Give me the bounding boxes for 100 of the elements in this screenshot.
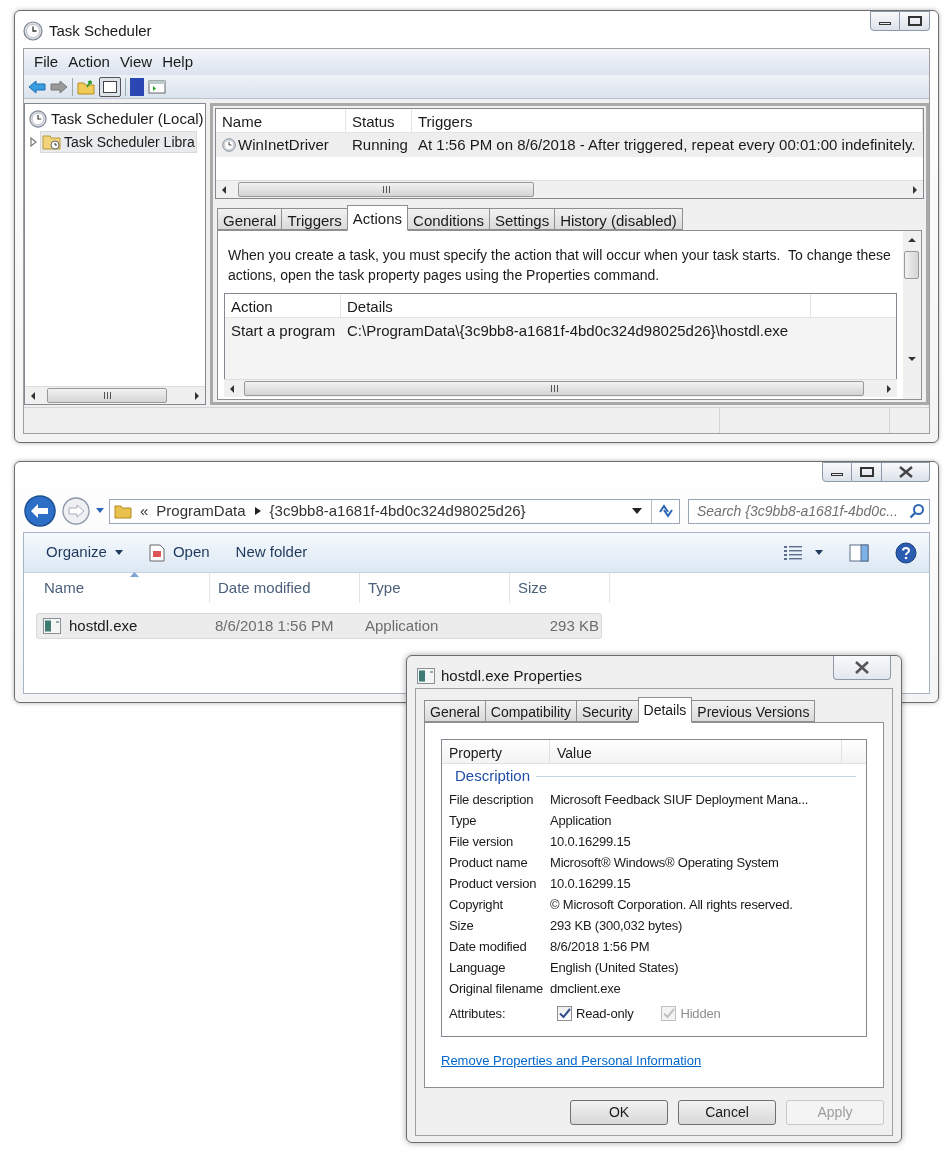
tree-item[interactable]: Task Scheduler Libra: [40, 131, 197, 153]
refresh-icon: [656, 503, 675, 519]
tab[interactable]: Triggers: [281, 208, 348, 230]
table-cell-text: 8/6/2018 1:56 PM: [214, 615, 335, 636]
tab[interactable]: Details: [637, 696, 693, 723]
group-header: Description: [455, 766, 531, 787]
table-cell-text: Running: [351, 134, 409, 155]
tab[interactable]: Security: [575, 699, 639, 722]
property-value: 293 KB (300,032 bytes): [550, 917, 683, 936]
tab[interactable]: History (disabled): [554, 208, 683, 230]
expand-icon[interactable]: [29, 137, 39, 147]
property-value: dmclient.exe: [550, 980, 621, 999]
close-icon: [854, 661, 870, 674]
property-value: © Microsoft Corporation. All rights reserved.: [550, 896, 793, 915]
link[interactable]: Remove Properties and Personal Information: [441, 1050, 702, 1070]
clock-icon: [222, 138, 236, 152]
table-cell-text: Application: [364, 615, 440, 636]
clock-icon: [23, 21, 43, 42]
maximize-button[interactable]: [852, 462, 882, 482]
column-header[interactable]: Property: [442, 739, 550, 763]
chevron-icon[interactable]: [253, 506, 262, 516]
property-name: File description: [448, 791, 535, 810]
caret-icon[interactable]: [815, 550, 823, 555]
property-name: Date modified: [448, 938, 528, 957]
menu-item[interactable]: File: [30, 50, 63, 74]
table-cell-text: Start a program: [230, 320, 337, 341]
column-header[interactable]: Triggers: [412, 109, 923, 132]
toolbar-button[interactable]: Open: [138, 537, 220, 568]
property-value: 10.0.16299.15: [550, 875, 631, 894]
property-name: Product name: [448, 854, 529, 873]
column-header[interactable]: Type: [360, 573, 510, 603]
scrollbar[interactable]: [224, 379, 897, 397]
menu-item[interactable]: View: [115, 50, 157, 74]
folder-clock-icon: [42, 133, 62, 151]
back-icon[interactable]: [28, 79, 46, 94]
dialog-button[interactable]: Cancel: [678, 1099, 776, 1125]
tree-item[interactable]: Task Scheduler (Local): [51, 107, 204, 131]
table-cell-text: 293 KB: [548, 615, 599, 636]
clock-icon: [29, 110, 47, 128]
table-row[interactable]: WinInetDriver Running At 1:56 PM on 8/6/2018 - After triggered, repeat every 00:01:00 indefinitely.: [216, 133, 923, 157]
column-header[interactable]: Value: [550, 739, 842, 763]
property-name: Type: [448, 812, 478, 831]
column-header[interactable]: Details: [341, 294, 811, 317]
minimize-button[interactable]: [822, 462, 852, 482]
dialog-button[interactable]: OK: [570, 1099, 668, 1125]
caret-icon: [114, 550, 123, 555]
tab[interactable]: Compatibility: [484, 699, 577, 722]
tab[interactable]: Actions: [346, 205, 409, 231]
property-value: English (United States): [550, 959, 679, 978]
tab[interactable]: Settings: [488, 208, 556, 230]
file-name: hostdl.exe: [69, 615, 138, 636]
preview-pane-icon[interactable]: [849, 543, 869, 562]
menu-item[interactable]: Action: [64, 50, 114, 74]
property-name: Size: [448, 917, 475, 936]
property-value: Microsoft Feedback SIUF Deployment Mana...: [550, 791, 809, 810]
tab[interactable]: General: [217, 208, 283, 230]
scrollbar[interactable]: [25, 386, 205, 404]
folder-icon: [114, 503, 132, 519]
tab[interactable]: General: [424, 699, 486, 722]
dropdown-icon[interactable]: [631, 507, 643, 515]
application-icon: [417, 668, 435, 685]
breadcrumb-overflow[interactable]: «: [140, 499, 149, 523]
scrollbar[interactable]: [216, 180, 923, 198]
checkbox-label: Read-only: [576, 1004, 634, 1023]
maximize-button[interactable]: [900, 11, 930, 31]
show-pane-icon[interactable]: [99, 76, 121, 97]
property-value: Application: [550, 812, 612, 831]
scrollbar[interactable]: [903, 231, 921, 399]
breadcrumb-item[interactable]: ProgramData: [156, 499, 246, 523]
toolbar-button[interactable]: Organize: [36, 537, 133, 568]
table-cell-text: WinInetDriver: [238, 134, 329, 155]
search-field[interactable]: Search {3c9bb8-a1681f-4bd0c...: [688, 498, 930, 524]
toolbar-button[interactable]: New folder: [225, 537, 318, 568]
column-header[interactable]: Date modified: [210, 573, 360, 603]
window-title: hostdl.exe Properties: [441, 666, 582, 686]
close-button[interactable]: [833, 656, 891, 680]
property-name: Copyright: [448, 896, 504, 915]
minimize-button[interactable]: [870, 11, 900, 31]
folder-up-icon[interactable]: [77, 78, 95, 95]
back-icon[interactable]: [23, 494, 57, 528]
application-icon: [43, 618, 61, 634]
forward-icon[interactable]: [50, 79, 68, 94]
property-name: Language: [448, 959, 507, 978]
document-icon: [148, 543, 165, 562]
tab[interactable]: Previous Versions: [691, 699, 816, 722]
file-row[interactable]: hostdl.exe 8/6/2018 1:56 PM Application 293 KB: [36, 613, 602, 639]
close-button[interactable]: [882, 462, 930, 482]
column-header[interactable]: Status: [346, 109, 412, 132]
address-bar[interactable]: « ProgramData {3c9bb8-a1681f-4bd0c324d98025d26}: [109, 498, 680, 524]
checkbox[interactable]: [557, 1006, 572, 1021]
menu-item[interactable]: Help: [158, 50, 197, 74]
column-header[interactable]: Name: [216, 109, 346, 132]
tab[interactable]: Conditions: [407, 208, 490, 230]
dialog-button: Apply: [786, 1099, 884, 1125]
column-header[interactable]: Action: [225, 294, 341, 317]
breadcrumb-item[interactable]: {3c9bb8-a1681f-4bd0c324d98025d26}: [269, 499, 526, 523]
property-name: Attributes:: [448, 1004, 507, 1023]
property-name: Original filename: [448, 980, 545, 999]
column-header[interactable]: Size: [510, 573, 610, 603]
view-options-icon[interactable]: [783, 544, 803, 561]
